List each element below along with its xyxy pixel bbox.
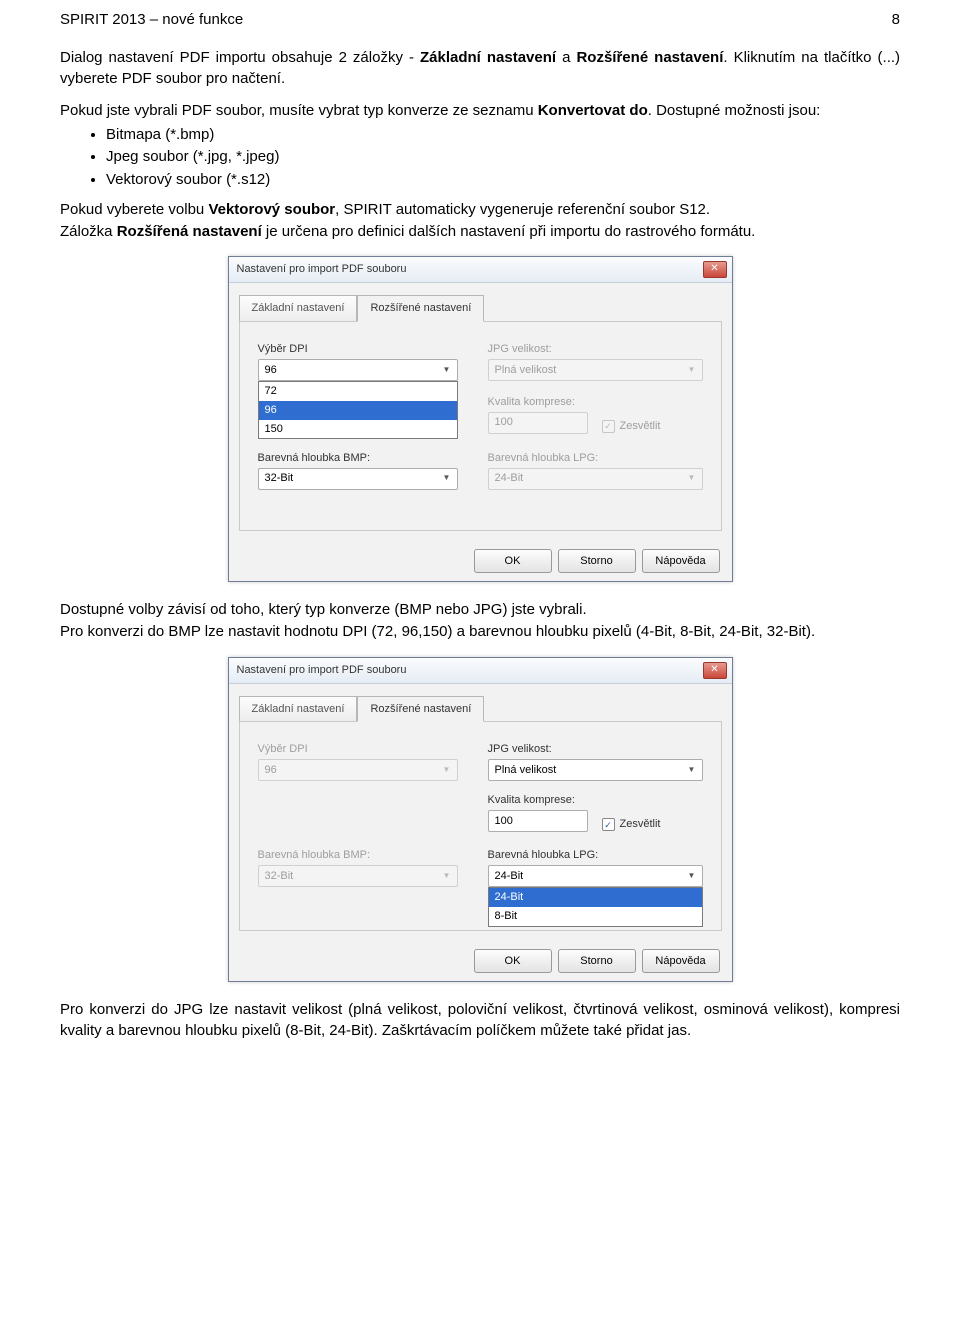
paragraph-3: Pokud vyberete volbu Vektorový soubor, S…	[60, 200, 900, 220]
pdf-import-dialog-2: Nastavení pro import PDF souboru ✕ Zákla…	[228, 657, 733, 983]
chevron-down-icon: ▼	[684, 361, 700, 379]
close-icon[interactable]: ✕	[703, 662, 727, 679]
kvalita-input: 100	[488, 412, 588, 434]
dialog-title: Nastavení pro import PDF souboru	[237, 663, 407, 678]
bmpdepth-label: Barevná hloubka BMP:	[258, 451, 458, 466]
tab-panel: Výběr DPI 96 ▼ 72 96 150 JPG	[239, 321, 722, 531]
dpi-label: Výběr DPI	[258, 342, 458, 357]
chevron-down-icon: ▼	[439, 361, 455, 379]
dpi-option[interactable]: 150	[259, 420, 457, 439]
titlebar: Nastavení pro import PDF souboru ✕	[229, 658, 732, 684]
dpi-option[interactable]: 96	[259, 401, 457, 420]
tab-row: Základní nastavení Rozšířené nastavení	[239, 295, 722, 321]
paragraph-2: Pokud jste vybrali PDF soubor, musíte vy…	[60, 101, 900, 121]
kvalita-input[interactable]: 100	[488, 810, 588, 832]
list-item: Vektorový soubor (*.s12)	[106, 170, 900, 190]
lpgdepth-label: Barevná hloubka LPG:	[488, 848, 703, 863]
zesvetlit-checkbox: ✓ Zesvětlit	[602, 419, 661, 434]
button-row: OK Storno Nápověda	[229, 941, 732, 981]
tab-basic[interactable]: Základní nastavení	[239, 696, 358, 722]
chevron-down-icon: ▼	[439, 470, 455, 488]
bmpdepth-combo[interactable]: 32-Bit ▼	[258, 468, 458, 490]
kvalita-label: Kvalita komprese:	[488, 395, 703, 410]
bmpdepth-label: Barevná hloubka BMP:	[258, 848, 458, 863]
doc-title: SPIRIT 2013 – nové funkce	[60, 10, 243, 30]
jpgvel-combo[interactable]: Plná velikost ▼	[488, 759, 703, 781]
dpi-combo: 96 ▼	[258, 759, 458, 781]
ok-button[interactable]: OK	[474, 949, 552, 973]
paragraph-5: Dostupné volby závisí od toho, který typ…	[60, 600, 900, 620]
list-item: Bitmapa (*.bmp)	[106, 125, 900, 145]
paragraph-4: Záložka Rozšířená nastavení je určena pr…	[60, 222, 900, 242]
cancel-button[interactable]: Storno	[558, 949, 636, 973]
close-icon[interactable]: ✕	[703, 261, 727, 278]
dpi-combo[interactable]: 96 ▼	[258, 359, 458, 381]
chevron-down-icon: ▼	[684, 470, 700, 488]
lpgdepth-combo: 24-Bit ▼	[488, 468, 703, 490]
page-number: 8	[892, 10, 900, 30]
jpgvel-label: JPG velikost:	[488, 742, 703, 757]
button-row: OK Storno Nápověda	[229, 541, 732, 581]
lpgdepth-combo[interactable]: 24-Bit ▼	[488, 865, 703, 887]
chevron-down-icon: ▼	[684, 761, 700, 779]
chevron-down-icon: ▼	[439, 761, 455, 779]
jpgvel-label: JPG velikost:	[488, 342, 703, 357]
list-item: Jpeg soubor (*.jpg, *.jpeg)	[106, 147, 900, 167]
dpi-dropdown: 72 96 150	[258, 381, 458, 440]
paragraph-6: Pro konverzi do BMP lze nastavit hodnotu…	[60, 622, 900, 642]
titlebar: Nastavení pro import PDF souboru ✕	[229, 257, 732, 283]
bmpdepth-combo: 32-Bit ▼	[258, 865, 458, 887]
lpgdepth-dropdown: 24-Bit 8-Bit	[488, 887, 703, 927]
lpgdepth-option[interactable]: 24-Bit	[489, 888, 702, 907]
paragraph-1: Dialog nastavení PDF importu obsahuje 2 …	[60, 48, 900, 89]
help-button[interactable]: Nápověda	[642, 549, 720, 573]
tab-basic[interactable]: Základní nastavení	[239, 295, 358, 321]
tab-panel: Výběr DPI 96 ▼ JPG velikost: Plná veliko…	[239, 721, 722, 931]
dpi-option[interactable]: 72	[259, 382, 457, 401]
pdf-import-dialog-1: Nastavení pro import PDF souboru ✕ Zákla…	[228, 256, 733, 582]
lpgdepth-label: Barevná hloubka LPG:	[488, 451, 703, 466]
tab-advanced[interactable]: Rozšířené nastavení	[357, 696, 484, 723]
bullet-list-1: Bitmapa (*.bmp) Jpeg soubor (*.jpg, *.jp…	[60, 125, 900, 190]
tab-row: Základní nastavení Rozšířené nastavení	[239, 696, 722, 722]
kvalita-label: Kvalita komprese:	[488, 793, 703, 808]
jpgvel-combo: Plná velikost ▼	[488, 359, 703, 381]
dialog-title: Nastavení pro import PDF souboru	[237, 262, 407, 277]
chevron-down-icon: ▼	[684, 867, 700, 885]
tab-advanced[interactable]: Rozšířené nastavení	[357, 295, 484, 322]
cancel-button[interactable]: Storno	[558, 549, 636, 573]
help-button[interactable]: Nápověda	[642, 949, 720, 973]
ok-button[interactable]: OK	[474, 549, 552, 573]
checkbox-icon: ✓	[602, 818, 615, 831]
checkbox-icon: ✓	[602, 420, 615, 433]
dpi-label: Výběr DPI	[258, 742, 458, 757]
doc-header: SPIRIT 2013 – nové funkce 8	[60, 10, 900, 30]
zesvetlit-checkbox[interactable]: ✓ Zesvětlit	[602, 817, 661, 832]
lpgdepth-option[interactable]: 8-Bit	[489, 907, 702, 926]
paragraph-7: Pro konverzi do JPG lze nastavit velikos…	[60, 1000, 900, 1041]
chevron-down-icon: ▼	[439, 867, 455, 885]
